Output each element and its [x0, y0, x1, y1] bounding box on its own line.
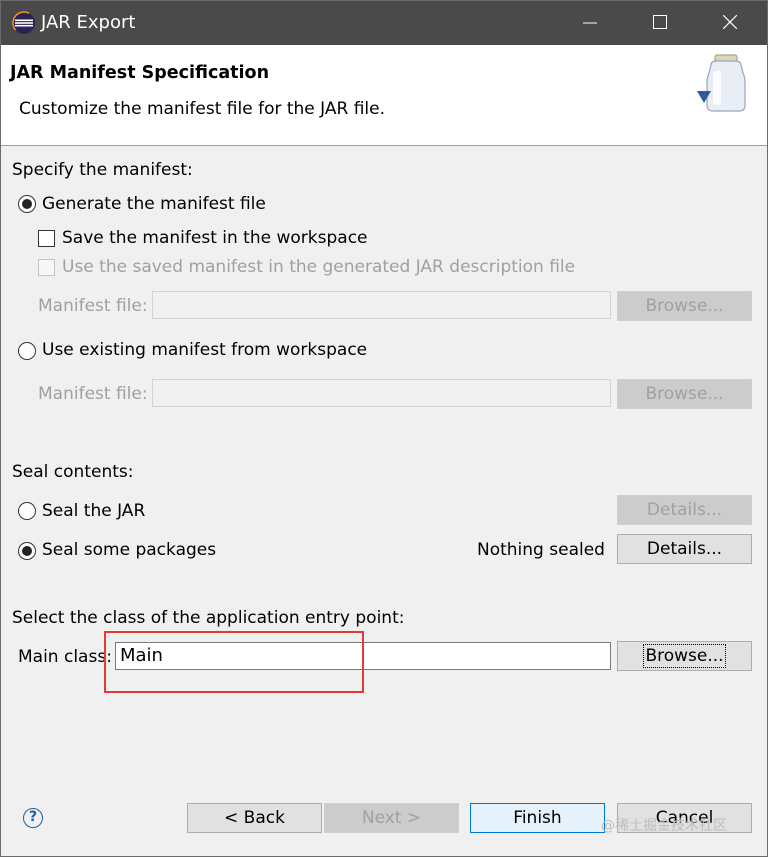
close-button[interactable] — [696, 1, 766, 45]
title-bar[interactable]: JAR Export — [1, 1, 767, 45]
seal-jar-label[interactable]: Seal the JAR — [42, 500, 145, 522]
help-icon[interactable]: ? — [23, 808, 43, 828]
seal-some-packages-label[interactable]: Seal some packages — [42, 539, 216, 561]
manifest-file-label: Manifest file: — [38, 296, 148, 316]
use-existing-manifest-radio[interactable] — [18, 342, 36, 360]
back-button[interactable]: < Back — [187, 803, 322, 833]
minimize-button[interactable] — [556, 1, 626, 45]
main-class-browse-button[interactable]: Browse... — [617, 641, 752, 671]
page-subtitle: Customize the manifest file for the JAR … — [19, 99, 386, 119]
jar-export-dialog: JAR Export JAR Manifest Specification Cu… — [0, 0, 768, 857]
manifest-file-field-2 — [152, 379, 611, 407]
main-class-browse-label: Browse... — [643, 644, 726, 668]
minimize-icon — [583, 22, 597, 24]
jar-icon — [697, 54, 746, 112]
use-saved-manifest-label: Use the saved manifest in the generated … — [62, 257, 576, 277]
watermark: @稀土掘金技术社区 — [601, 818, 727, 834]
manifest-browse-button: Browse... — [617, 291, 752, 321]
eclipse-icon — [12, 11, 36, 35]
seal-jar-radio[interactable] — [18, 502, 36, 520]
use-existing-manifest-label[interactable]: Use existing manifest from workspace — [42, 339, 367, 361]
generate-manifest-radio[interactable] — [18, 195, 36, 213]
generate-manifest-label[interactable]: Generate the manifest file — [42, 193, 266, 215]
manifest-heading: Specify the manifest: — [12, 160, 193, 180]
main-class-label: Main class: — [18, 647, 112, 667]
entry-point-heading: Select the class of the application entr… — [12, 608, 405, 628]
seal-status: Nothing sealed — [477, 540, 605, 560]
window-title: JAR Export — [41, 12, 136, 33]
annotation-highlight-box — [104, 631, 364, 693]
close-icon — [723, 15, 737, 29]
save-manifest-label[interactable]: Save the manifest in the workspace — [62, 227, 368, 249]
use-saved-manifest-checkbox — [38, 259, 55, 276]
maximize-icon — [653, 15, 667, 29]
manifest-browse-button-2: Browse... — [617, 379, 752, 409]
seal-jar-details-button: Details... — [617, 495, 752, 525]
wizard-banner: JAR Manifest Specification Customize the… — [1, 45, 767, 146]
save-manifest-checkbox[interactable] — [38, 230, 55, 247]
next-button: Next > — [324, 803, 459, 833]
finish-button[interactable]: Finish — [470, 803, 605, 833]
manifest-file-label-2: Manifest file: — [38, 384, 148, 404]
seal-some-packages-radio[interactable] — [18, 542, 36, 560]
seal-heading: Seal contents: — [12, 462, 134, 482]
maximize-button[interactable] — [626, 1, 696, 45]
manifest-file-field — [152, 291, 611, 319]
page-title: JAR Manifest Specification — [10, 63, 270, 83]
seal-packages-details-button[interactable]: Details... — [617, 534, 752, 564]
